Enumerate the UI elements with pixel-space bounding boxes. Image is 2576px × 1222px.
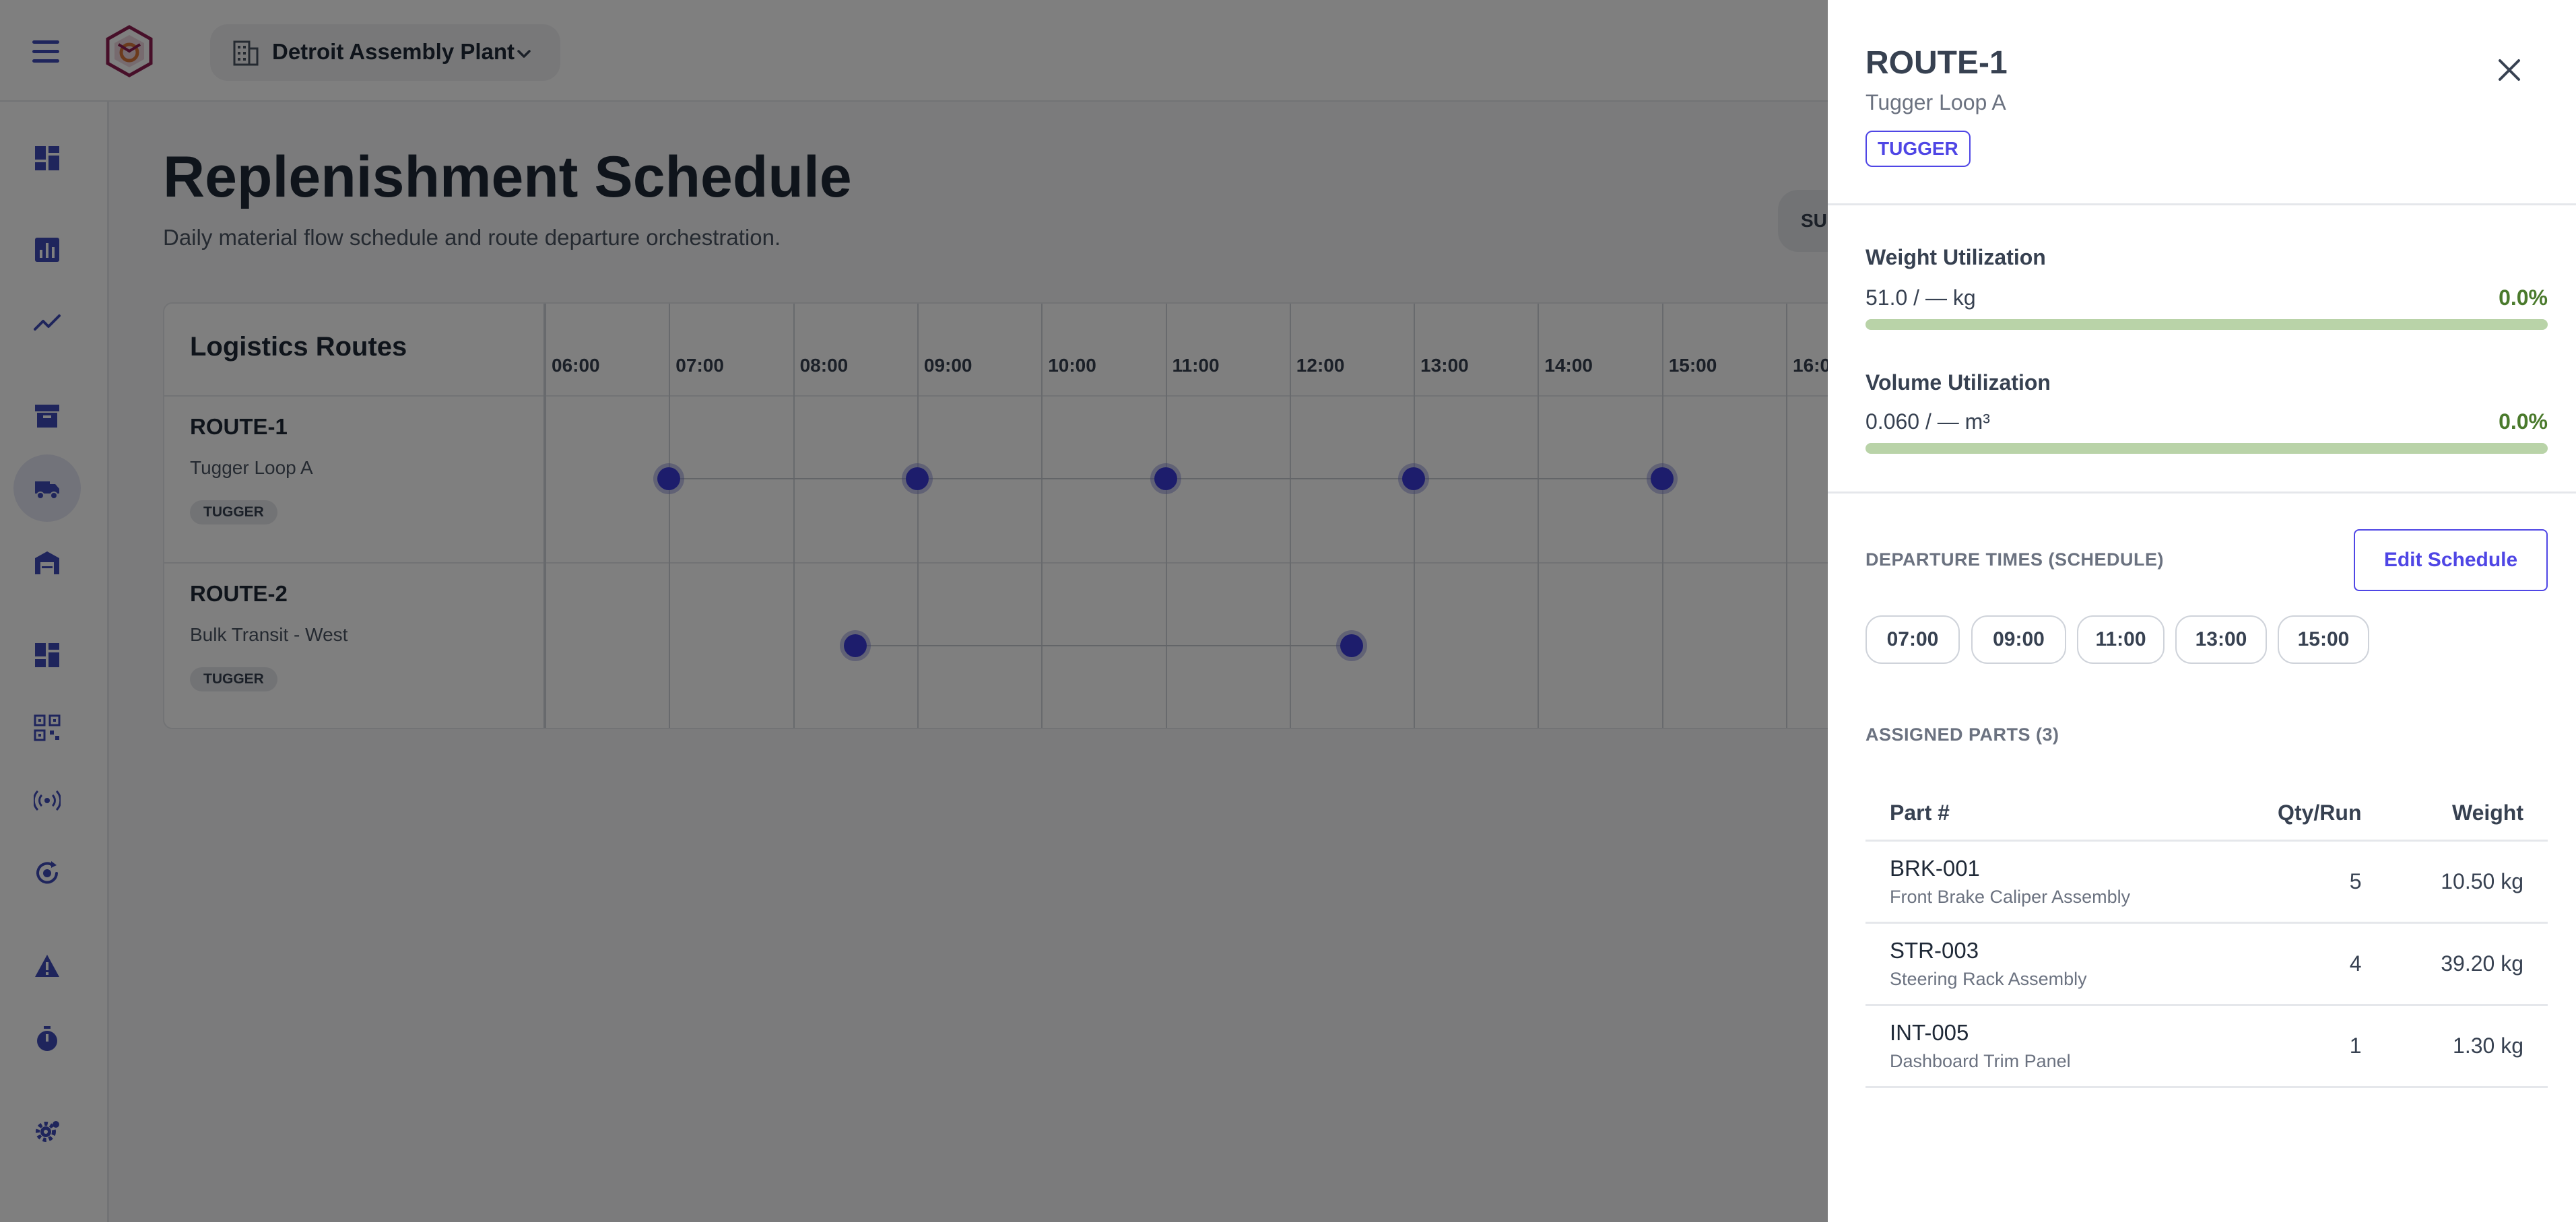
part-number: INT-005 xyxy=(1890,1019,1969,1045)
part-weight: 10.50 kg xyxy=(2385,840,2548,924)
part-cell: BRK-001 Front Brake Caliper Assembly xyxy=(1865,840,2222,924)
edit-schedule-button[interactable]: Edit Schedule xyxy=(2354,529,2548,591)
route-detail-drawer: ROUTE-1 Tugger Loop A TUGGER Weight Util… xyxy=(1828,0,2576,1222)
part-weight: 1.30 kg xyxy=(2385,1005,2548,1088)
departure-time-chip[interactable]: 11:00 xyxy=(2077,615,2165,664)
column-header-part-number: Part # xyxy=(1865,786,2222,842)
volume-utilization-label: Volume Utilization xyxy=(1865,370,2051,395)
table-row[interactable]: STR-003 Steering Rack Assembly 4 39.20 k… xyxy=(1865,922,2548,1006)
table-header-row: Part # Qty/Run Weight xyxy=(1865,786,2548,842)
part-qty: 5 xyxy=(2222,840,2386,924)
route-type-badge: TUGGER xyxy=(1865,131,1971,167)
volume-utilization-value: 0.060 / — m³ xyxy=(1865,409,1990,434)
assigned-parts-table: Part # Qty/Run Weight BRK-001 Front Brak… xyxy=(1865,786,2548,1088)
part-qty: 4 xyxy=(2222,922,2386,1006)
part-name: Steering Rack Assembly xyxy=(1890,968,2087,989)
part-number: BRK-001 xyxy=(1890,855,1980,881)
table-row[interactable]: INT-005 Dashboard Trim Panel 1 1.30 kg xyxy=(1865,1005,2548,1088)
drawer-divider xyxy=(1828,491,2576,494)
assigned-parts-label: ASSIGNED PARTS (3) xyxy=(1865,724,2059,745)
weight-utilization-label: Weight Utilization xyxy=(1865,245,2046,269)
departure-times-label: DEPARTURE TIMES (SCHEDULE) xyxy=(1865,549,2165,570)
part-qty: 1 xyxy=(2222,1005,2386,1088)
table-row[interactable]: BRK-001 Front Brake Caliper Assembly 5 1… xyxy=(1865,840,2548,924)
column-header-weight: Weight xyxy=(2385,786,2548,842)
part-weight: 39.20 kg xyxy=(2385,922,2548,1006)
volume-utilization-bar xyxy=(1865,443,2548,454)
column-header-qty-per-run: Qty/Run xyxy=(2222,786,2386,842)
weight-utilization-bar xyxy=(1865,319,2548,330)
close-icon[interactable] xyxy=(2495,55,2524,85)
departure-time-chip[interactable]: 13:00 xyxy=(2175,615,2267,664)
part-cell: STR-003 Steering Rack Assembly xyxy=(1865,922,2222,1006)
weight-utilization-percent: 0.0% xyxy=(2499,285,2548,310)
departure-time-chip[interactable]: 09:00 xyxy=(1971,615,2066,664)
departure-time-chip[interactable]: 15:00 xyxy=(2278,615,2369,664)
volume-utilization-percent: 0.0% xyxy=(2499,409,2548,434)
part-cell: INT-005 Dashboard Trim Panel xyxy=(1865,1005,2222,1088)
drawer-title: ROUTE-1 xyxy=(1865,45,2008,81)
drawer-subtitle: Tugger Loop A xyxy=(1865,90,2006,114)
part-name: Dashboard Trim Panel xyxy=(1890,1050,2071,1071)
departure-time-chip[interactable]: 07:00 xyxy=(1865,615,1960,664)
part-name: Front Brake Caliper Assembly xyxy=(1890,886,2131,907)
drawer-divider xyxy=(1828,203,2576,205)
part-number: STR-003 xyxy=(1890,937,1979,963)
app-root: Detroit Assembly Plant xyxy=(0,0,2576,1222)
weight-utilization-value: 51.0 / — kg xyxy=(1865,285,1976,310)
